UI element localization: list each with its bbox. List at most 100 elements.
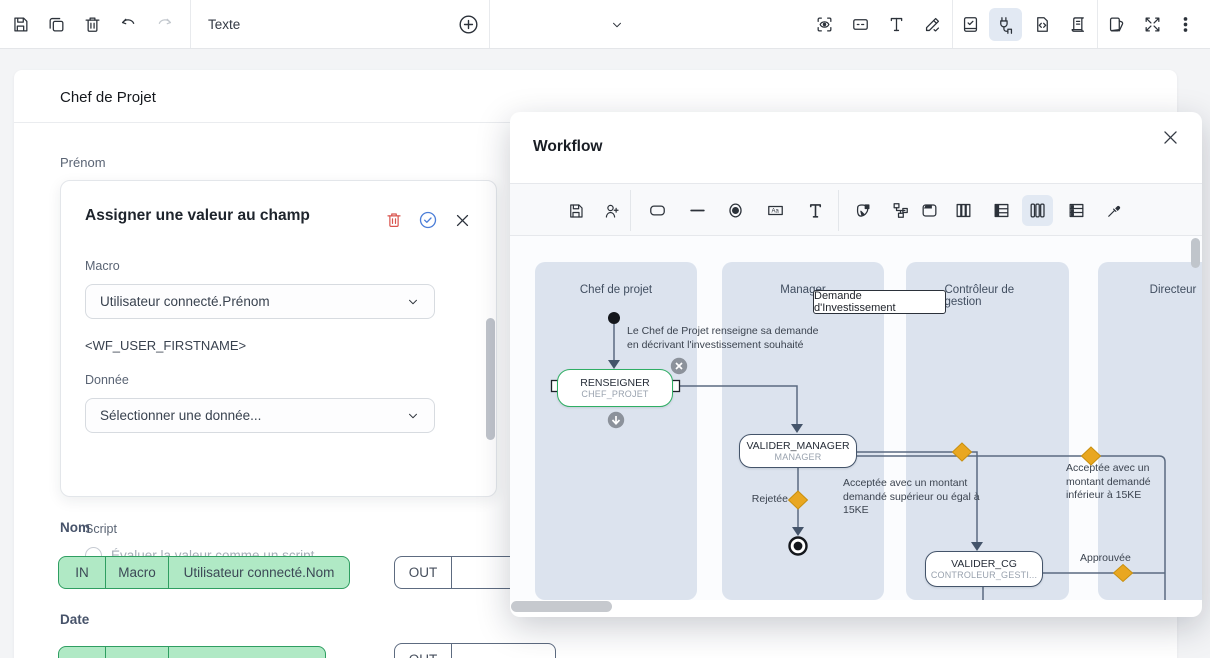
save-icon <box>11 15 30 34</box>
wf-header-card-tool[interactable] <box>914 195 945 226</box>
arrowhead <box>971 542 983 551</box>
wf-orgchart-tool[interactable] <box>885 195 916 226</box>
trash-icon <box>83 15 102 34</box>
plug-icon <box>996 15 1015 34</box>
undo-button[interactable] <box>112 8 145 41</box>
script-scroll-icon <box>1069 15 1088 34</box>
plug-button[interactable] <box>989 8 1022 41</box>
more-menu-button[interactable] <box>1169 8 1202 41</box>
date-out-mapping-chip[interactable]: OUT <box>394 643 556 658</box>
node-valider-manager[interactable]: VALIDER_MANAGER MANAGER <box>739 434 857 468</box>
macro-code-value: <WF_USER_FIRSTNAME> <box>85 338 246 353</box>
delete-button[interactable] <box>76 8 109 41</box>
nom-field-label: Nom <box>60 520 90 535</box>
macro-label: Macro <box>85 259 120 273</box>
donnee-label: Donnée <box>85 373 129 387</box>
annotation-line: Le Chef de Projet renseigne sa demande <box>627 325 818 339</box>
element-type-select[interactable]: Texte <box>190 0 450 48</box>
svg-text:Aa: Aa <box>772 209 780 215</box>
form-check-button[interactable] <box>954 8 987 41</box>
arrowhead <box>792 527 804 536</box>
chip-out-label: OUT <box>395 644 451 658</box>
table-rows-icon <box>992 201 1011 220</box>
canvas-vertical-scrollbar[interactable] <box>1191 238 1200 268</box>
wf-swimlanes-horizontal-tool[interactable] <box>1061 195 1092 226</box>
text-icon <box>887 15 906 34</box>
wf-end-node-tool[interactable] <box>720 195 751 226</box>
text-tool-button[interactable] <box>880 8 913 41</box>
add-element-button[interactable] <box>452 8 485 41</box>
start-node[interactable] <box>608 312 620 324</box>
wf-eyedropper-tool[interactable] <box>1098 195 1129 226</box>
nom-in-mapping-chip[interactable]: IN Macro Utilisateur connecté.Nom <box>58 556 350 589</box>
transition-label-rejetee: Rejetée <box>738 493 788 507</box>
annotation-text: Le Chef de Projet renseigne sa demande e… <box>627 325 818 352</box>
script-button[interactable] <box>1062 8 1095 41</box>
chip-in-label: IN <box>59 557 105 588</box>
toolbar-divider <box>838 190 839 231</box>
chip-out-value <box>451 644 555 658</box>
trash-icon <box>385 211 403 229</box>
end-node-icon <box>726 201 745 220</box>
date-in-mapping-chip[interactable] <box>58 646 326 658</box>
wf-label-tool[interactable]: Aa <box>760 195 791 226</box>
wf-step-tool[interactable] <box>642 195 673 226</box>
design-button[interactable] <box>916 8 949 41</box>
wf-text-tool[interactable] <box>800 195 831 226</box>
chip-type-label <box>105 647 168 658</box>
workflow-modal: Workflow Aa <box>510 112 1202 617</box>
form-check-icon <box>961 15 980 34</box>
card-validate-button[interactable] <box>417 209 439 231</box>
code-file-button[interactable] <box>1026 8 1059 41</box>
fullscreen-button[interactable] <box>1136 8 1169 41</box>
wf-save-button[interactable] <box>560 195 591 226</box>
wf-line-tool[interactable] <box>682 195 713 226</box>
preview-button[interactable] <box>808 8 841 41</box>
card-close-button[interactable] <box>451 209 473 231</box>
macro-select[interactable]: Utilisateur connecté.Prénom <box>85 284 435 319</box>
wf-swimlanes-vertical-tool[interactable] <box>1022 195 1053 226</box>
node-delete-badge[interactable] <box>671 358 687 374</box>
node-renseigner[interactable]: RENSEIGNER CHEF_PROJET <box>557 369 673 407</box>
line-icon <box>688 201 707 220</box>
canvas-horizontal-scrollbar[interactable] <box>511 601 612 612</box>
assign-card-title: Assigner une valeur au champ <box>85 207 310 225</box>
condition-diamond-sup[interactable] <box>953 443 972 461</box>
eyedropper-icon <box>1105 202 1123 220</box>
node-role: CONTROLEUR_GESTI... <box>931 570 1037 580</box>
redo-button[interactable] <box>148 8 181 41</box>
macro-select-value: Utilisateur connecté.Prénom <box>100 294 270 309</box>
toolbar-divider <box>489 0 490 48</box>
workflow-canvas[interactable]: Chef de projet Manager Contrôleur de ges… <box>510 236 1202 600</box>
wf-add-actor-button[interactable] <box>596 195 627 226</box>
chip-in-label <box>59 647 105 658</box>
card-delete-button[interactable] <box>383 209 405 231</box>
label-aa-icon: Aa <box>766 201 785 220</box>
chevron-down-icon <box>406 409 420 423</box>
wf-bezier-tool[interactable] <box>847 195 878 226</box>
chip-value-label: Utilisateur connecté.Nom <box>168 557 349 588</box>
condition-diamond-approuvee[interactable] <box>1114 565 1133 582</box>
chip-out-label: OUT <box>395 557 451 588</box>
wf-table-columns-tool[interactable] <box>948 195 979 226</box>
node-down-badge[interactable] <box>608 412 624 428</box>
condition-diamond-rejetee[interactable] <box>789 491 808 509</box>
bezier-nodes-icon <box>853 201 872 220</box>
save-button[interactable] <box>4 8 37 41</box>
node-valider-cg[interactable]: VALIDER_CG CONTROLEUR_GESTI... <box>925 551 1043 587</box>
card-scrollbar[interactable] <box>486 318 495 440</box>
duplicate-button[interactable] <box>40 8 73 41</box>
date-field-label: Date <box>60 612 89 627</box>
workflow-tag[interactable]: Demande d'Investissement <box>813 290 946 314</box>
theme-button[interactable] <box>1100 8 1133 41</box>
workflow-close-button[interactable] <box>1158 125 1182 149</box>
transition-label-approuvee: Approuvée <box>1080 552 1160 566</box>
wf-table-rows-tool[interactable] <box>986 195 1017 226</box>
close-icon <box>454 212 471 229</box>
node-name: VALIDER_MANAGER <box>746 440 849 452</box>
id-card-button[interactable] <box>844 8 877 41</box>
rounded-rect-icon <box>648 201 667 220</box>
chevron-down-icon <box>610 18 624 32</box>
assign-value-card: Assigner une valeur au champ Macro Utili… <box>60 180 497 497</box>
donnee-select[interactable]: Sélectionner une donnée... <box>85 398 435 433</box>
